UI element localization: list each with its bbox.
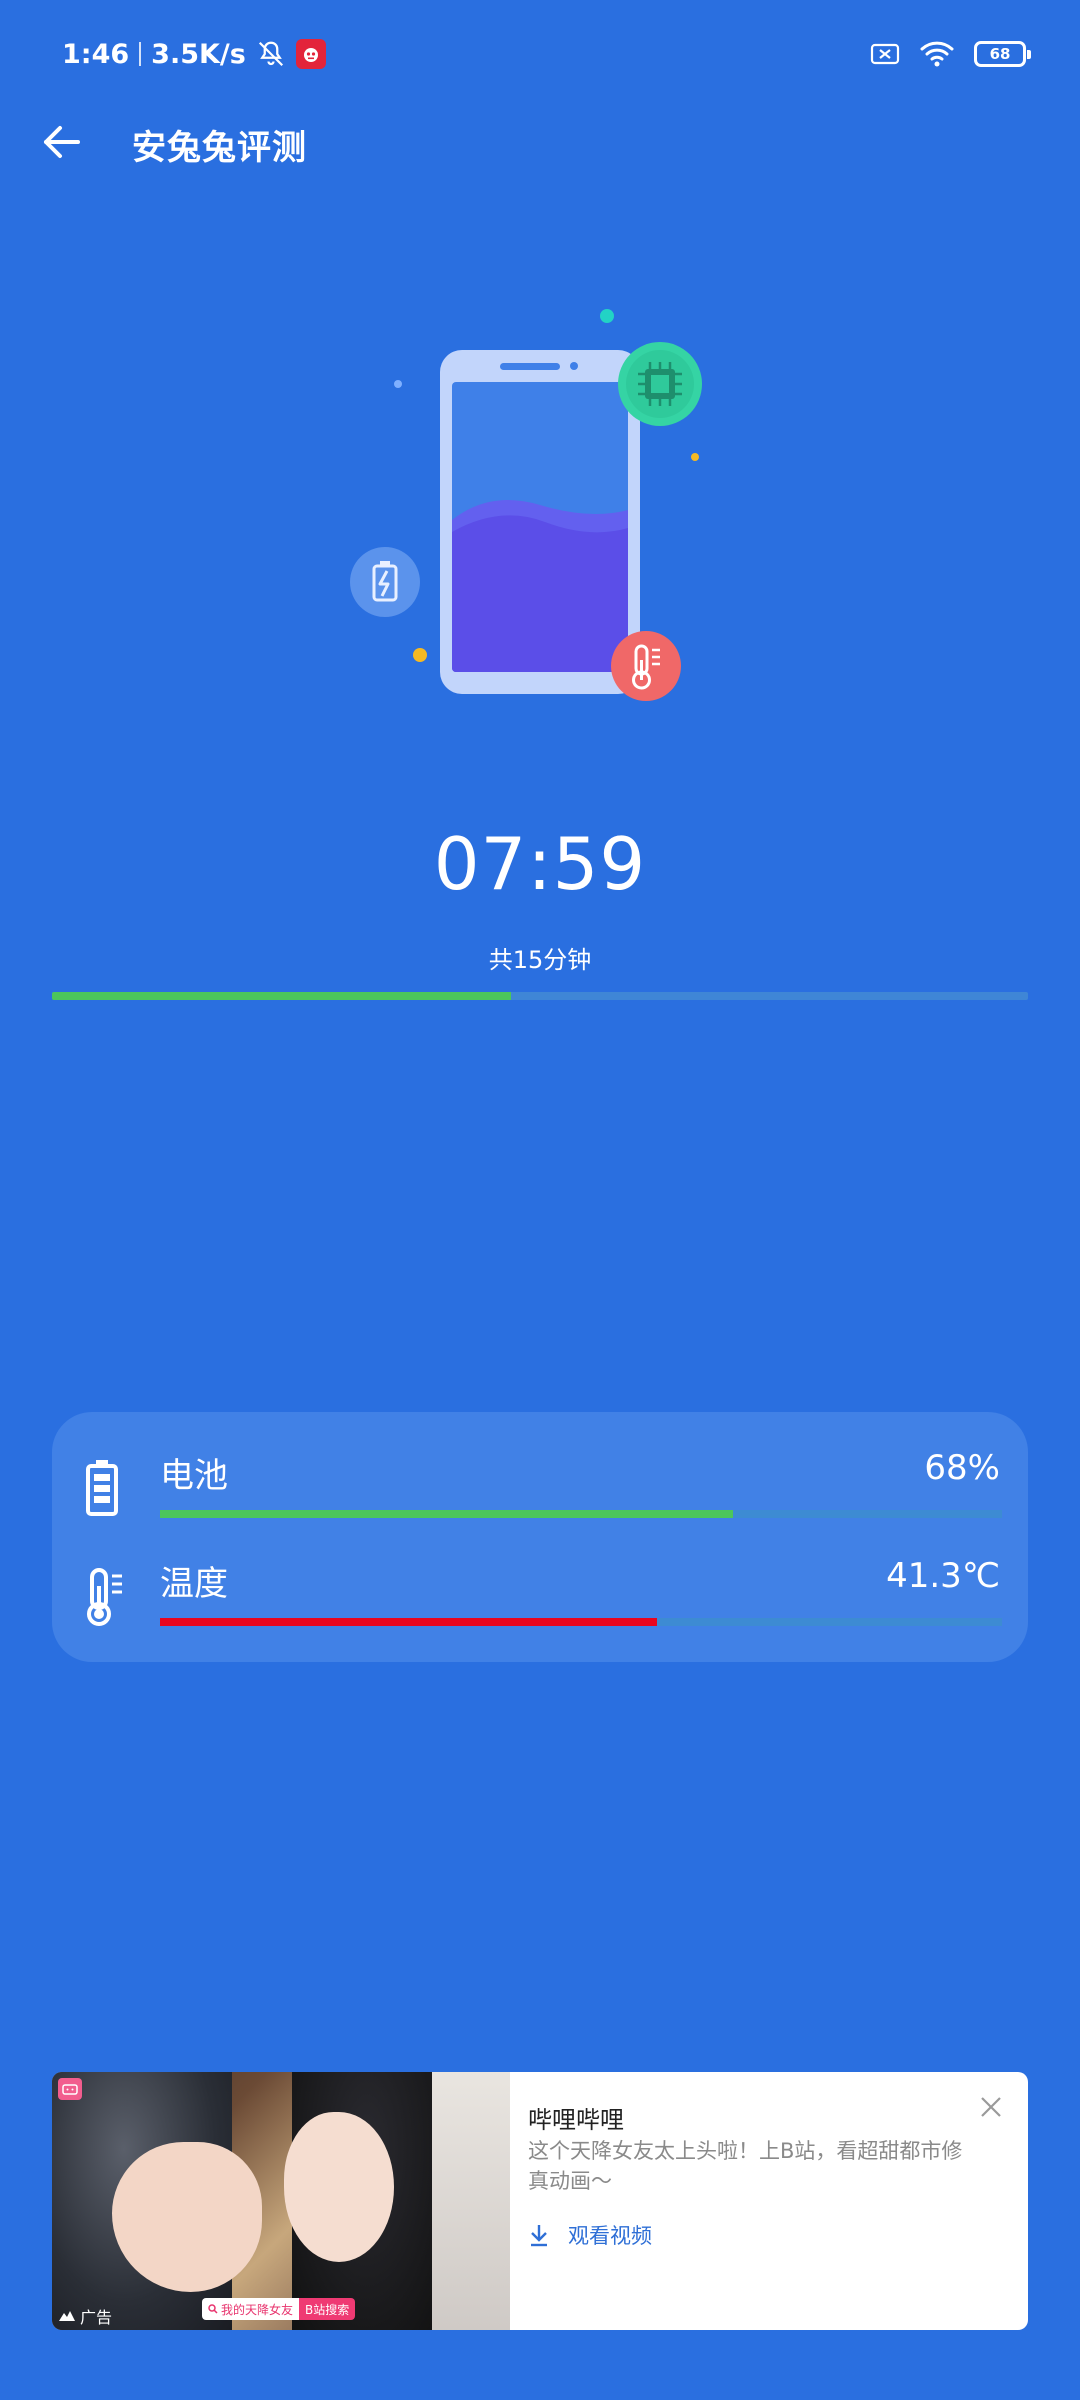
ad-close-button[interactable]: [976, 2092, 1006, 2122]
battery-metric-value: 68%: [924, 1448, 1000, 1488]
battery-metric-label: 电池: [160, 1456, 228, 1496]
wifi-icon: [920, 41, 954, 67]
app-notification-icon: [295, 39, 326, 69]
status-time: 1:46: [62, 38, 130, 70]
test-elapsed-timer: 07:59: [433, 822, 647, 906]
thermometer-icon: [87, 1568, 122, 1626]
bell-off-icon: [258, 41, 283, 67]
chip-icon: [618, 342, 702, 426]
phone-icon: [440, 350, 640, 694]
decor-dot: [600, 309, 614, 323]
temperature-metric-bar-fill: [160, 1618, 657, 1626]
bilibili-logo-icon: [58, 2078, 82, 2100]
thermometer-icon: [611, 631, 681, 701]
status-net-speed: 3.5K/s: [151, 38, 246, 70]
status-right: 68: [870, 34, 1031, 74]
temperature-metric-value: 41.3℃: [886, 1556, 1000, 1596]
ad-label-text: 广告: [80, 2308, 113, 2327]
ad-label: 广告: [58, 2304, 112, 2328]
battery-level-text: 68: [989, 45, 1011, 63]
decor-dot: [691, 453, 699, 461]
battery-icon: [86, 1460, 118, 1516]
page-title: 安兔兔评测: [132, 128, 307, 168]
test-illustration: [340, 300, 740, 720]
battery-icon: 68: [974, 41, 1031, 67]
decor-dot: [413, 648, 427, 662]
ad-advertiser-name: 哔哩哔哩: [528, 2106, 624, 2134]
battery-metric-bar: [160, 1510, 1002, 1518]
temperature-metric-bar: [160, 1618, 1002, 1626]
ad-description: 这个天降女友太上头啦！上B站，看超甜都市修真动画～: [528, 2139, 963, 2193]
temperature-metric-label: 温度: [160, 1564, 228, 1604]
app-header: 安兔兔评测: [0, 104, 1080, 180]
decor-dot: [394, 380, 402, 388]
test-progress-fill: [52, 992, 511, 1000]
status-separator: [139, 42, 142, 66]
temperature-metric-row: 温度 41.3℃: [52, 1548, 1028, 1658]
status-bar: 1:46 3.5K/s 68: [0, 0, 1080, 104]
status-left: 1:46 3.5K/s: [62, 34, 326, 74]
ad-source-icon: [59, 2311, 75, 2321]
test-progress-bar: [52, 992, 1028, 1000]
search-icon: [208, 2304, 218, 2314]
arrow-left-icon: [44, 126, 80, 158]
ad-banner[interactable]: 我的天降女友 B站搜索 广告 哔哩哔哩 这个天降女友太上头啦！上B站，看超甜都市…: [52, 2072, 1028, 2330]
metrics-card: 电池 68% 温度 41.3℃: [52, 1412, 1028, 1662]
ad-image[interactable]: 我的天降女友 B站搜索 广告: [52, 2072, 510, 2330]
sim-error-icon: [870, 43, 900, 65]
battery-charge-icon: [350, 547, 420, 617]
ad-image-search-query: 我的天降女友: [221, 2302, 294, 2317]
back-button[interactable]: [36, 116, 88, 168]
test-total-duration: 共15分钟: [488, 946, 592, 974]
battery-metric-row: 电池 68%: [52, 1440, 1028, 1550]
download-icon: [531, 2225, 547, 2247]
ad-image-search-button: B站搜索: [299, 2298, 356, 2320]
ad-cta-label: 观看视频: [568, 2224, 652, 2248]
battery-metric-bar-fill: [160, 1510, 733, 1518]
ad-cta-button[interactable]: 观看视频: [528, 2220, 652, 2250]
close-icon: [981, 2097, 1001, 2117]
ad-image-search-pill: 我的天降女友 B站搜索: [202, 2298, 356, 2320]
